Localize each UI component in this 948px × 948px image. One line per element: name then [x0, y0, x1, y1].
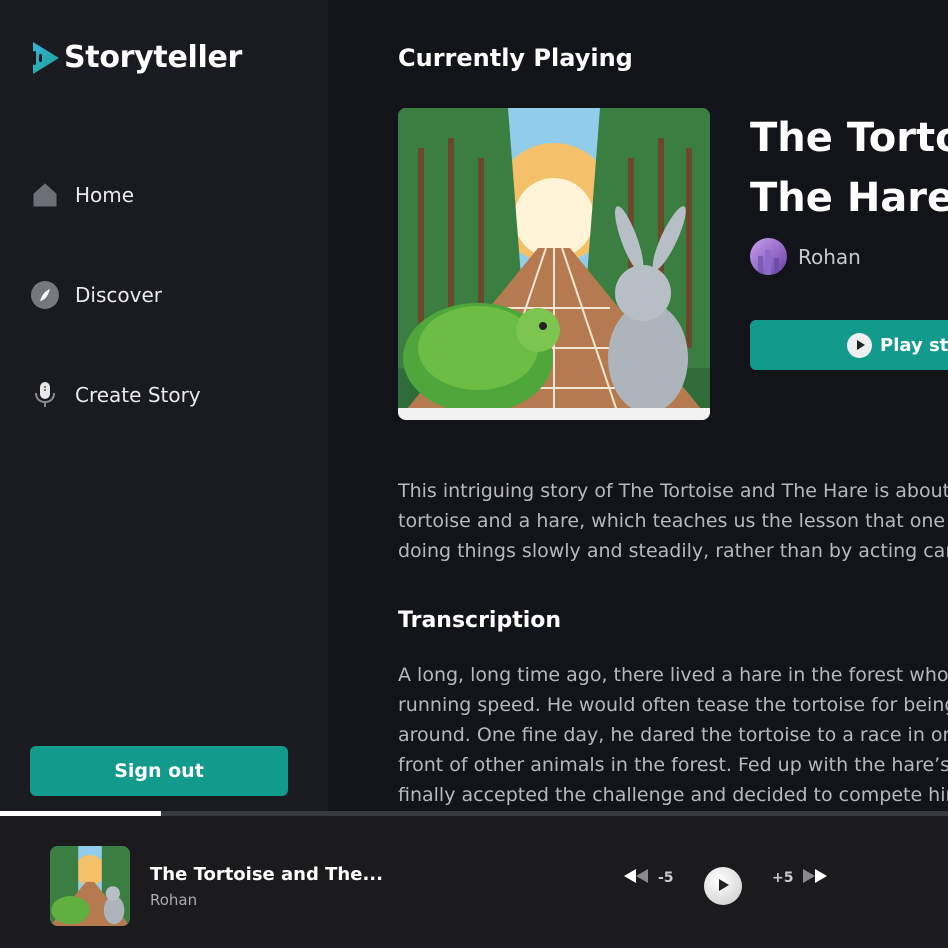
sidebar-item-label: Home — [75, 183, 135, 207]
sidebar-item-label: Discover — [75, 283, 162, 307]
rewind-button[interactable]: -5 — [622, 868, 674, 888]
transcript-line: running speed. He would often tease the … — [398, 694, 948, 716]
sidebar-item-create-story[interactable]: Create Story — [30, 378, 201, 412]
transcription-heading: Transcription — [398, 608, 562, 633]
description-line: tortoise and a hare, which teaches us th… — [398, 510, 948, 532]
sidebar: Storyteller Home Discover Create Story S… — [0, 0, 328, 812]
sidebar-item-label: Create Story — [75, 383, 201, 407]
story-title: The Tortoise and The Hare — [750, 115, 948, 221]
story-description: This intriguing story of The Tortoise an… — [398, 476, 948, 566]
forward-button[interactable]: +5 — [772, 868, 829, 888]
brand[interactable]: Storyteller — [30, 40, 242, 75]
transcript-line: front of other animals in the forest. Fe… — [398, 754, 948, 776]
sidebar-item-home[interactable]: Home — [30, 178, 134, 212]
forward-label: +5 — [772, 870, 794, 886]
player-thumbnail[interactable] — [50, 846, 130, 926]
rewind-label: -5 — [658, 870, 674, 886]
player-author: Rohan — [150, 891, 198, 909]
play-icon — [847, 332, 872, 358]
play-pause-button[interactable] — [704, 867, 742, 905]
compass-icon — [30, 280, 60, 310]
description-line: This intriguing story of The Tortoise an… — [398, 480, 948, 502]
logo-icon — [30, 41, 60, 75]
transcript-text: A long, long time ago, there lived a har… — [398, 660, 948, 810]
rewind-icon — [622, 868, 650, 888]
transcript-line: around. One fine day, he dared the torto… — [398, 724, 948, 746]
player-title: The Tortoise and The... — [150, 864, 383, 885]
play-icon — [716, 877, 730, 896]
author-name: Rohan — [798, 244, 861, 269]
story-cover-image — [398, 108, 710, 420]
home-icon — [30, 180, 60, 210]
sidebar-item-discover[interactable]: Discover — [30, 278, 162, 312]
description-line: doing things slowly and steadily, rather… — [398, 540, 948, 562]
transcript-line: finally accepted the challenge and decid… — [398, 784, 948, 806]
play-story-button[interactable]: Play story — [750, 320, 948, 370]
microphone-icon — [30, 380, 60, 410]
fast-forward-icon — [801, 868, 829, 888]
app-name: Storyteller — [64, 40, 243, 75]
sign-out-button[interactable]: Sign out — [30, 746, 288, 796]
main-content: Currently Playing The Tort The Hare Roha… — [328, 0, 948, 812]
transcript-line: A long, long time ago, there lived a har… — [398, 664, 948, 686]
player-bar: The Tortoise and The... Rohan -5 +5 — [0, 816, 948, 948]
avatar — [750, 238, 787, 275]
play-story-label: Play story — [880, 334, 948, 356]
section-title: Currently Playing — [398, 44, 633, 72]
story-author[interactable]: Rohan — [750, 238, 861, 275]
